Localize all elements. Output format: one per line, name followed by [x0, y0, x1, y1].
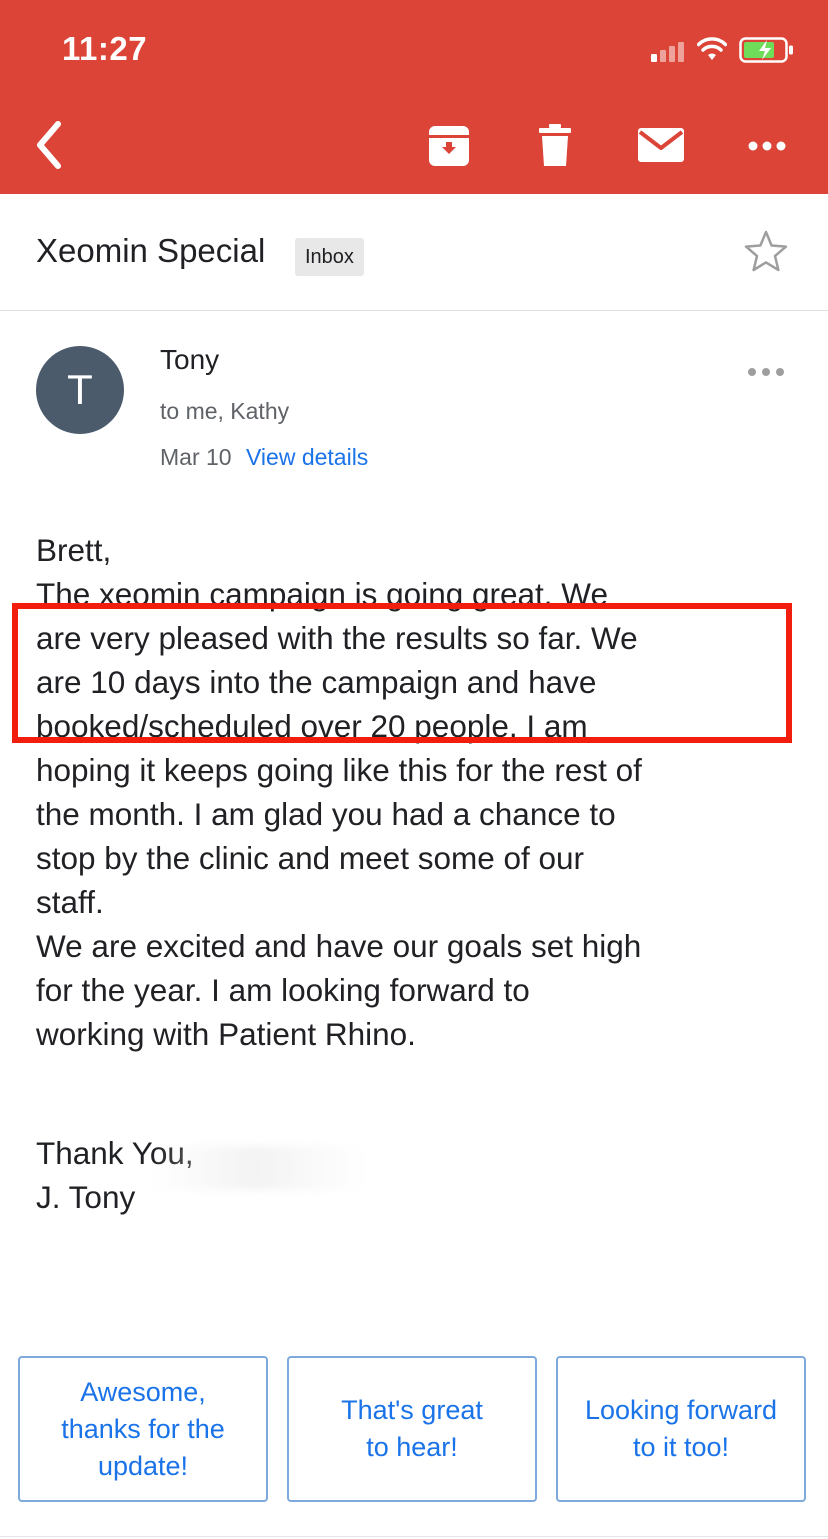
email-subject: Xeomin Special	[36, 232, 266, 269]
body-line: the month. I am glad you had a chance to	[36, 796, 616, 832]
body-line: We are excited and have our goals set hi…	[36, 928, 642, 964]
avatar[interactable]: T	[36, 346, 124, 434]
smart-reply-button[interactable]: Awesome, thanks for the update!	[18, 1356, 268, 1502]
battery-charging-icon	[739, 37, 793, 63]
message-date: Mar 10	[160, 444, 232, 470]
redacted-signature	[150, 1146, 365, 1190]
body-line: hoping it keeps going like this for the …	[36, 752, 642, 788]
body-line: working with Patient Rhino.	[36, 1016, 416, 1052]
body-line: staff.	[36, 884, 104, 920]
highlight-box	[12, 603, 792, 743]
inbox-label-chip[interactable]: Inbox	[295, 238, 364, 276]
status-time: 11:27	[62, 30, 148, 67]
smart-reply-button[interactable]: Looking forward to it too!	[556, 1356, 806, 1502]
divider	[0, 1536, 828, 1537]
body-line	[36, 1056, 796, 1100]
smart-reply-label: That's great to hear!	[341, 1395, 483, 1462]
wifi-icon	[697, 37, 727, 60]
smart-reply-label: Awesome, thanks for the update!	[61, 1376, 225, 1481]
subject-row: Xeomin Special Inbox	[0, 194, 828, 311]
message-more-icon[interactable]	[746, 360, 786, 384]
body-line: for the year. I am looking forward to	[36, 972, 530, 1008]
app-bar: 11:27	[0, 0, 828, 194]
recipients: to me, Kathy	[160, 398, 290, 424]
view-details-link[interactable]: View details	[246, 444, 368, 471]
more-horizontal-icon[interactable]	[742, 120, 792, 170]
body-line: stop by the clinic and meet some of our	[36, 840, 585, 876]
mail-icon[interactable]	[636, 120, 686, 170]
trash-icon[interactable]	[530, 120, 580, 170]
smart-reply-label: Looking forward to it too!	[584, 1395, 778, 1462]
signal-icon	[651, 40, 687, 62]
chevron-left-icon[interactable]	[30, 118, 70, 172]
archive-icon[interactable]	[424, 120, 474, 170]
smart-reply-button[interactable]: That's great to hear!	[287, 1356, 537, 1502]
body-line: Brett,	[36, 532, 112, 568]
sender-name: Tony	[160, 344, 220, 375]
star-icon[interactable]	[742, 228, 790, 276]
